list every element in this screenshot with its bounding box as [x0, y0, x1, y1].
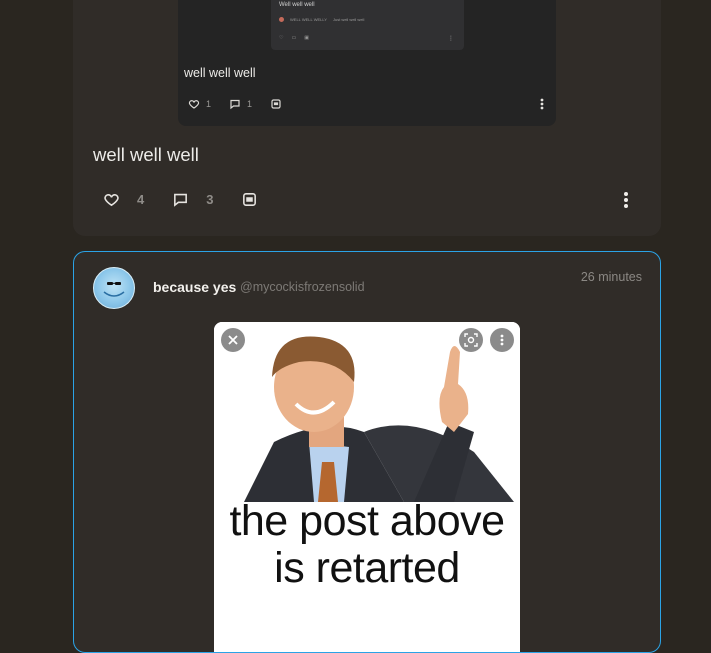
- heart-icon[interactable]: [188, 98, 200, 110]
- post-text: well well well: [93, 144, 199, 165]
- reply-icon: ▭: [291, 35, 297, 41]
- like-count: 1: [206, 99, 212, 109]
- author-handle[interactable]: @mycockisfrozensolid: [240, 280, 365, 294]
- more-icon: [500, 334, 504, 346]
- quoted-post-actions: 1 1: [188, 98, 282, 110]
- scan-image-button[interactable]: [459, 328, 483, 352]
- reply-icon[interactable]: [229, 98, 241, 110]
- author-name[interactable]: because yes: [153, 279, 236, 295]
- heart-icon: ♡: [279, 35, 284, 41]
- nested-author: WELL WELL WELLY: [290, 17, 327, 22]
- more-icon[interactable]: [623, 191, 629, 209]
- nested-post-meta: WELL WELL WELLY Just well well well: [279, 17, 364, 22]
- scan-icon: [464, 333, 478, 347]
- reply-count: 1: [247, 99, 253, 109]
- quoted-post-embed[interactable]: Well well well WELL WELL WELLY Just well…: [178, 0, 556, 126]
- nested-actions: ♡ ▭ ▣: [279, 35, 309, 41]
- post-image[interactable]: the post above is retarted: [214, 322, 520, 652]
- quote-icon[interactable]: [241, 191, 258, 208]
- image-caption: the post above is retarted: [229, 497, 505, 592]
- close-icon: [228, 335, 238, 345]
- post-card[interactable]: because yes @mycockisfrozensolid 26 minu…: [73, 251, 661, 653]
- more-icon: ⋮: [448, 36, 454, 42]
- avatar-image: [103, 282, 125, 297]
- heart-icon[interactable]: [103, 191, 120, 208]
- nested-avatar: [279, 17, 284, 22]
- reply-icon[interactable]: [172, 191, 189, 208]
- nested-post-title: Well well well: [279, 2, 315, 8]
- post-actions: 4 3: [103, 191, 258, 208]
- quoted-post-text: well well well: [184, 66, 256, 80]
- nested-quoted-post[interactable]: Well well well WELL WELL WELLY Just well…: [271, 0, 464, 50]
- image-options-button[interactable]: [490, 328, 514, 352]
- avatar[interactable]: [93, 267, 135, 309]
- close-image-button[interactable]: [221, 328, 245, 352]
- more-icon[interactable]: [540, 98, 544, 110]
- post-card-above: Well well well WELL WELL WELLY Just well…: [73, 0, 661, 236]
- quote-icon: ▣: [304, 35, 309, 41]
- quote-icon[interactable]: [270, 98, 282, 110]
- reply-count: 3: [206, 192, 214, 207]
- nested-text: Just well well well: [332, 17, 365, 22]
- like-count: 4: [137, 192, 145, 207]
- timestamp[interactable]: 26 minutes: [581, 270, 642, 284]
